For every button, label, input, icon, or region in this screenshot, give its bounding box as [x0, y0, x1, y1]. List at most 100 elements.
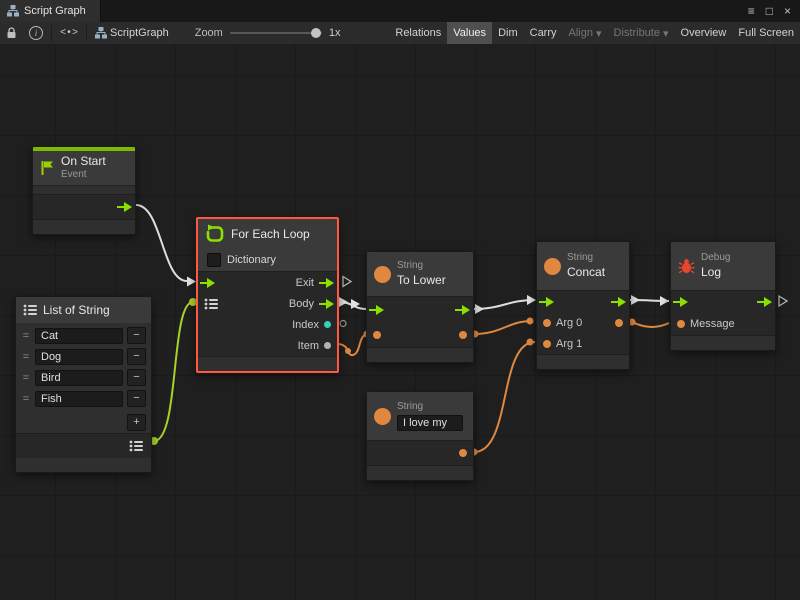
flow-input-port[interactable] [369, 305, 384, 315]
chevron-down-icon: ▾ [663, 27, 669, 40]
carry-button[interactable]: Carry [524, 22, 563, 44]
index-port-dot [324, 321, 331, 328]
node-title: On Start [61, 154, 106, 169]
remove-item-button[interactable]: − [127, 327, 146, 344]
string-icon [544, 258, 561, 275]
bug-icon [678, 258, 695, 275]
info-icon[interactable]: i [23, 22, 49, 44]
zoom-label: Zoom [195, 27, 223, 39]
align-dropdown[interactable]: Align ▾ [563, 22, 608, 44]
arg1-input-port[interactable]: Arg 1 [543, 338, 582, 350]
lock-icon[interactable] [0, 22, 23, 44]
node-for-each-loop[interactable]: For Each Loop Dictionary Exit [196, 217, 339, 373]
flow-output-port[interactable] [757, 297, 772, 307]
input-port-dot [373, 331, 381, 339]
drag-handle[interactable]: = [21, 372, 31, 384]
flow-arrow-icon [539, 297, 554, 307]
overview-button[interactable]: Overview [675, 22, 733, 44]
add-item-button[interactable]: + [127, 414, 146, 431]
string-input-port[interactable] [373, 331, 381, 339]
remove-item-button[interactable]: − [127, 390, 146, 407]
node-type-label: String [397, 260, 446, 273]
arg0-input-port[interactable]: Arg 0 [543, 317, 582, 329]
flow-arrow-icon [757, 297, 772, 307]
flag-icon [40, 160, 55, 176]
string-value-input[interactable] [397, 415, 463, 431]
tab-script-graph[interactable]: Script Graph [0, 0, 101, 22]
list-items: = − = − = − = − [16, 323, 151, 413]
list-item-row: = − [21, 326, 146, 345]
flow-arrow-icon [611, 297, 626, 307]
node-footer [537, 355, 629, 369]
node-on-start[interactable]: On Start Event [32, 146, 136, 235]
output-port-dot [459, 331, 467, 339]
flow-output-port[interactable] [455, 305, 470, 315]
body-output-port[interactable]: Body [289, 298, 334, 310]
output-port-dot [615, 319, 623, 327]
window-menu-icon[interactable]: ≡ [748, 5, 755, 17]
dictionary-checkbox[interactable] [207, 253, 221, 267]
drag-handle[interactable]: = [21, 351, 31, 363]
node-list-of-string[interactable]: List of String = − = − = − = − + [15, 296, 152, 473]
dim-button[interactable]: Dim [492, 22, 524, 44]
node-string-literal[interactable]: String [366, 391, 474, 481]
trigger-output-port[interactable] [117, 202, 132, 212]
message-input-port[interactable]: Message [677, 318, 735, 330]
index-output-port[interactable]: Index [292, 319, 331, 331]
fullscreen-button[interactable]: Full Screen [732, 22, 800, 44]
node-body [33, 185, 135, 194]
list-item-input[interactable] [35, 370, 123, 386]
remove-item-button[interactable]: − [127, 348, 146, 365]
exit-output-port[interactable]: Exit [296, 277, 334, 289]
item-port-dot [324, 342, 331, 349]
port-label: Arg 1 [556, 338, 582, 350]
list-item-input[interactable] [35, 349, 123, 365]
flow-arrow-icon [319, 278, 334, 288]
graph-toolbar: i <•> ScriptGraph Zoom 1x Relations Valu… [0, 22, 800, 45]
node-title: Log [701, 265, 730, 280]
close-icon[interactable]: × [784, 5, 791, 17]
flow-arrow-icon [319, 299, 334, 309]
node-footer [367, 348, 473, 362]
drag-handle[interactable]: = [21, 330, 31, 342]
flow-output-port[interactable] [611, 297, 626, 307]
remove-item-button[interactable]: − [127, 369, 146, 386]
drag-handle[interactable]: = [21, 393, 31, 405]
list-item-row: = − [21, 389, 146, 408]
relations-button[interactable]: Relations [389, 22, 447, 44]
align-label: Align [569, 27, 593, 39]
port-label: Message [690, 318, 735, 330]
node-type-label: String [397, 401, 463, 414]
list-input-port[interactable] [204, 298, 218, 310]
node-title: Concat [567, 265, 605, 280]
distribute-dropdown[interactable]: Distribute ▾ [608, 22, 675, 44]
input-port-dot [677, 320, 685, 328]
flow-input-port[interactable] [673, 297, 688, 307]
zoom-value: 1x [329, 27, 341, 39]
graph-name-label[interactable]: ScriptGraph [110, 27, 169, 39]
node-concat[interactable]: String Concat Arg 0 [536, 241, 630, 370]
titlebar: Script Graph ≡ □ × [0, 0, 800, 23]
zoom-slider[interactable] [230, 32, 322, 34]
list-item-input[interactable] [35, 328, 123, 344]
output-port-dot [459, 449, 467, 457]
string-output-port[interactable] [459, 449, 467, 457]
flow-arrow-icon [200, 278, 215, 288]
node-to-lower[interactable]: String To Lower [366, 251, 474, 363]
list-item-input[interactable] [35, 391, 123, 407]
toolbar-buttons: Relations Values Dim Carry Align ▾ Distr… [389, 22, 800, 44]
code-view-icon[interactable]: <•> [54, 22, 84, 44]
values-button[interactable]: Values [447, 22, 492, 44]
node-title: To Lower [397, 273, 446, 288]
window-controls: ≡ □ × [748, 0, 800, 22]
list-icon [23, 304, 37, 316]
node-log[interactable]: Debug Log Message [670, 241, 776, 351]
result-output-port[interactable] [615, 319, 623, 327]
maximize-icon[interactable]: □ [766, 5, 773, 17]
zoom-slider-handle[interactable] [311, 28, 321, 38]
item-output-port[interactable]: Item [298, 340, 331, 352]
flow-input-port[interactable] [200, 278, 215, 288]
flow-input-port[interactable] [539, 297, 554, 307]
node-type-label: Debug [701, 252, 730, 265]
string-output-port[interactable] [459, 331, 467, 339]
